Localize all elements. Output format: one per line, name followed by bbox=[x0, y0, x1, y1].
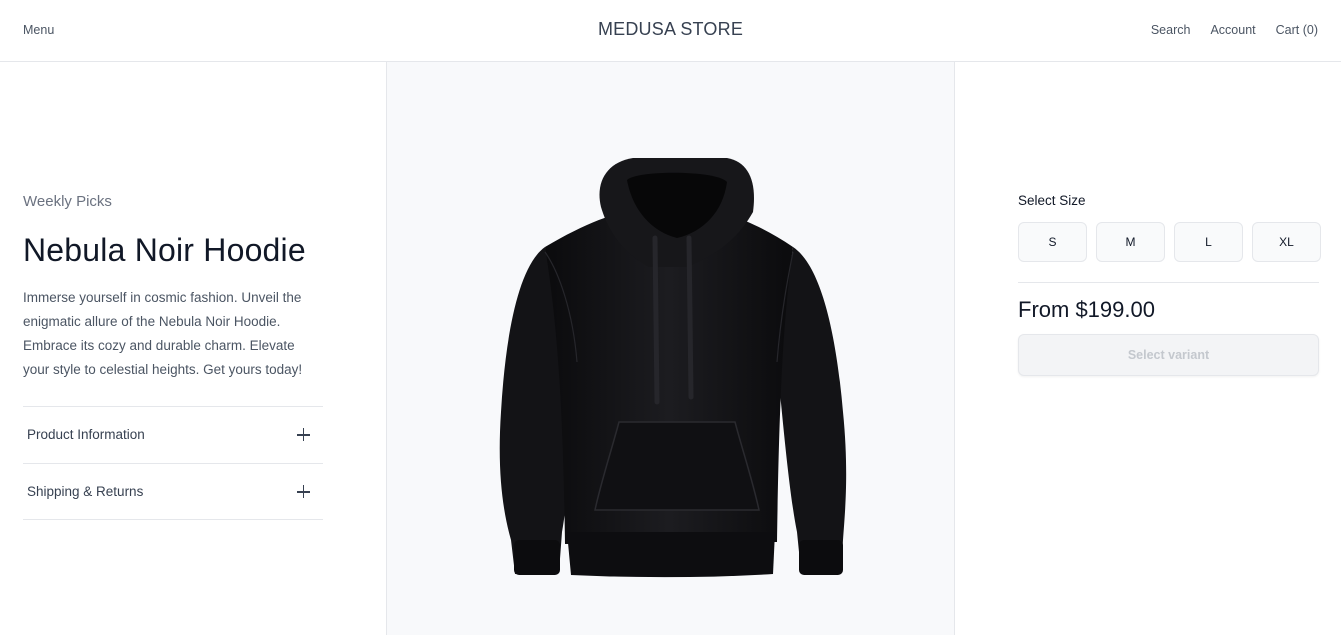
store-brand: MEDUSA STORE bbox=[0, 19, 1341, 40]
header-actions: Search Account Cart (0) bbox=[1151, 23, 1318, 37]
collection-link[interactable]: Weekly Picks bbox=[23, 193, 112, 210]
store-logo-link[interactable]: MEDUSA STORE bbox=[598, 19, 743, 39]
select-variant-button[interactable]: Select variant bbox=[1018, 334, 1319, 376]
cart-link[interactable]: Cart (0) bbox=[1276, 23, 1318, 37]
divider bbox=[1018, 282, 1319, 283]
size-option-m[interactable]: M bbox=[1096, 222, 1165, 262]
product-description: Immerse yourself in cosmic fashion. Unve… bbox=[23, 290, 303, 377]
top-navigation: Menu MEDUSA STORE Search Account Cart (0… bbox=[0, 0, 1341, 62]
size-option-s[interactable]: S bbox=[1018, 222, 1087, 262]
product-image-panel bbox=[386, 62, 955, 635]
accordion-product-information[interactable]: Product Information bbox=[23, 406, 323, 463]
hoodie-image bbox=[499, 158, 847, 578]
accordion-label: Product Information bbox=[27, 427, 145, 442]
search-link[interactable]: Search bbox=[1151, 23, 1191, 37]
product-price: From $199.00 bbox=[1018, 297, 1155, 322]
menu-button[interactable]: Menu bbox=[23, 23, 54, 37]
size-option-xl[interactable]: XL bbox=[1252, 222, 1321, 262]
plus-icon bbox=[297, 428, 310, 441]
plus-icon bbox=[297, 485, 310, 498]
size-option-l[interactable]: L bbox=[1174, 222, 1243, 262]
accordion-shipping-returns[interactable]: Shipping & Returns bbox=[23, 463, 323, 520]
accordion-label: Shipping & Returns bbox=[27, 484, 144, 499]
product-title: Nebula Noir Hoodie bbox=[23, 232, 306, 268]
size-options: S M L XL bbox=[1018, 222, 1321, 262]
account-link[interactable]: Account bbox=[1210, 23, 1255, 37]
size-selector-label: Select Size bbox=[1018, 193, 1086, 208]
